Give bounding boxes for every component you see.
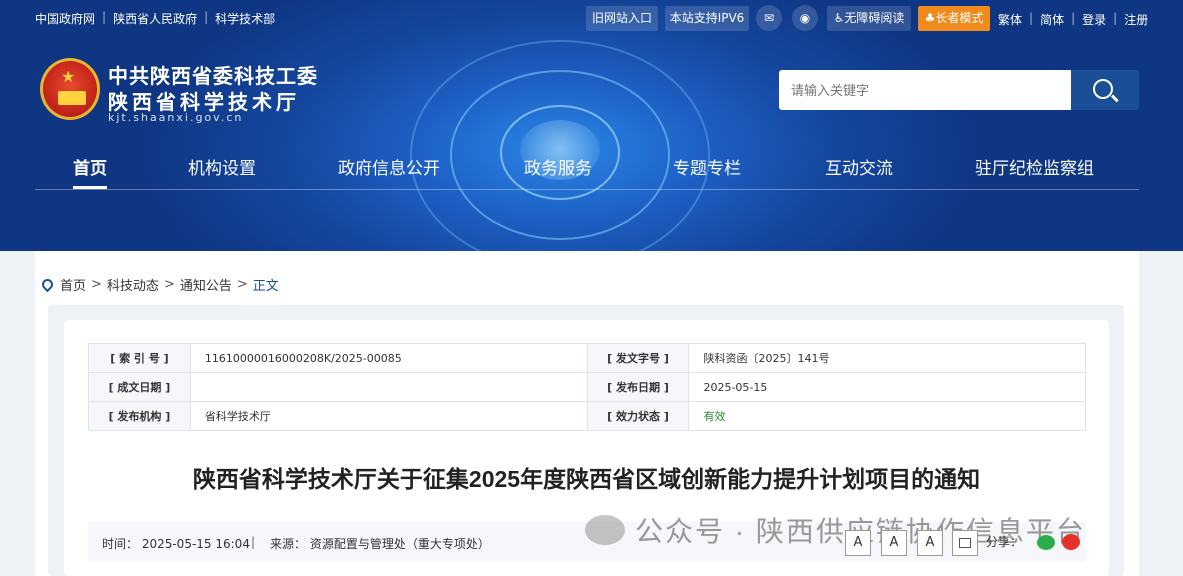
meta-value: 陕科资函〔2025〕141号 (688, 343, 1086, 373)
wechat-icon[interactable]: ✉ (756, 5, 782, 31)
account-links: 繁体 | 简体 | 登录 | 注册 (998, 11, 1148, 28)
breadcrumb-current: 正文 (252, 279, 279, 294)
document-meta-table: [ 索 引 号 ] 11610000016000208K/2025-00085 … (88, 343, 1086, 431)
table-row: [ 发布机构 ] 省科学技术厅 [ 效力状态 ] 有效 (88, 401, 1086, 431)
accessible-label: 无障碍阅读 (844, 11, 905, 25)
traditional-chinese-link[interactable]: 繁体 (998, 11, 1022, 28)
separator: | (204, 10, 209, 24)
main-nav: 首页 机构设置 政府信息公开 政务服务 专题专栏 互动交流 驻厅纪检监察组 (35, 148, 1139, 190)
nav-home[interactable]: 首页 (73, 154, 107, 179)
separator: | (102, 10, 107, 24)
meta-key: [ 发布机构 ] (88, 401, 191, 431)
gate-icon (58, 91, 86, 105)
simplified-chinese-link[interactable]: 简体 (1040, 11, 1064, 28)
breadcrumb: 首页 > 科技动态 > 通知公告 > 正文 (39, 275, 279, 294)
nav-interaction[interactable]: 互动交流 (825, 154, 893, 179)
separator: | (1113, 11, 1118, 25)
star-icon: ★ (61, 67, 76, 86)
nav-discipline[interactable]: 驻厅纪检监察组 (975, 154, 1094, 179)
link-shaanxi-gov[interactable]: 陕西省人民政府 (113, 10, 197, 27)
article-source: 来源： 资源配置与管理处（重大专项处） (270, 537, 490, 551)
article-title: 陕西省科学技术厅关于征集2025年度陕西省区域创新能力提升计划项目的通知 (192, 466, 981, 492)
accessible-reading-button[interactable]: ♿无障碍阅读 (827, 6, 911, 31)
link-most[interactable]: 科学技术部 (215, 10, 275, 27)
elder-mode-button[interactable]: ♣长者模式 (918, 6, 990, 31)
search-button[interactable] (1071, 70, 1139, 110)
table-row: [ 成文日期 ] [ 发布日期 ] 2025-05-15 (88, 372, 1086, 402)
external-links: 中国政府网 | 陕西省人民政府 | 科学技术部 (35, 10, 275, 27)
breadcrumb-separator: > (163, 277, 175, 292)
national-emblem-logo[interactable]: ★ (40, 58, 100, 120)
validity-status: 有效 (688, 401, 1086, 431)
separator: | (1029, 11, 1034, 25)
accessibility-icon: ♿ (833, 11, 845, 25)
site-name-line1: 中共陕西省委科技工委 (108, 64, 318, 88)
meta-key: [ 效力状态 ] (586, 401, 690, 431)
elder-label: 长者模式 (935, 11, 984, 25)
separator: | (1071, 11, 1076, 25)
old-site-button[interactable]: 旧网站入口 (586, 6, 658, 31)
meta-key: [ 成文日期 ] (88, 372, 191, 402)
meta-value: 省科学技术厅 (189, 401, 588, 431)
meta-key: [ 索 引 号 ] (88, 343, 191, 373)
breadcrumb-separator: > (91, 277, 102, 292)
meta-value (189, 372, 588, 402)
elder-icon: ♣ (924, 11, 936, 25)
meta-key: [ 发布日期 ] (586, 372, 690, 402)
nav-services[interactable]: 政务服务 (524, 154, 592, 179)
ipv6-badge[interactable]: 本站支持IPV6 (665, 6, 749, 31)
breadcrumb-news[interactable]: 科技动态 (107, 275, 159, 294)
print-button[interactable] (952, 530, 978, 556)
site-url: kjt.shaanxi.gov.cn (108, 111, 244, 124)
search-input[interactable] (779, 70, 1072, 110)
font-large-button[interactable]: A (845, 530, 871, 556)
print-icon (959, 538, 971, 548)
nav-organization[interactable]: 机构设置 (188, 154, 256, 179)
breadcrumb-notices[interactable]: 通知公告 (180, 275, 232, 294)
weibo-share-icon[interactable] (1062, 534, 1080, 550)
location-pin-icon (39, 276, 56, 293)
link-gov-cn[interactable]: 中国政府网 (35, 10, 95, 27)
meta-value: 11610000016000208K/2025-00085 (189, 343, 588, 373)
nav-active-indicator (73, 186, 107, 189)
publish-time: 时间： 2025-05-15 16:04 (102, 537, 250, 551)
breadcrumb-separator: > (236, 277, 248, 292)
weibo-icon[interactable]: ◉ (792, 5, 818, 31)
site-header: 中国政府网 | 陕西省人民政府 | 科学技术部 旧网站入口 本站支持IPV6 ✉… (0, 0, 1183, 251)
font-small-button[interactable]: A (917, 530, 943, 556)
top-bar: 中国政府网 | 陕西省人民政府 | 科学技术部 旧网站入口 本站支持IPV6 ✉… (0, 0, 1183, 36)
nav-gov-info[interactable]: 政府信息公开 (338, 154, 440, 179)
wechat-share-icon[interactable] (1037, 535, 1055, 550)
separator: | (251, 535, 256, 549)
login-link[interactable]: 登录 (1082, 11, 1106, 28)
wechat-watermark-icon (585, 515, 625, 545)
meta-value: 2025-05-15 (688, 372, 1086, 402)
share-label: 分享： (986, 535, 1023, 549)
font-medium-button[interactable]: A (881, 530, 907, 556)
register-link[interactable]: 注册 (1124, 11, 1148, 28)
nav-topics[interactable]: 专题专栏 (673, 154, 741, 179)
table-row: [ 索 引 号 ] 11610000016000208K/2025-00085 … (88, 343, 1086, 373)
search-icon-handle (1111, 94, 1119, 102)
meta-key: [ 发文字号 ] (586, 343, 690, 373)
breadcrumb-home[interactable]: 首页 (60, 275, 86, 294)
